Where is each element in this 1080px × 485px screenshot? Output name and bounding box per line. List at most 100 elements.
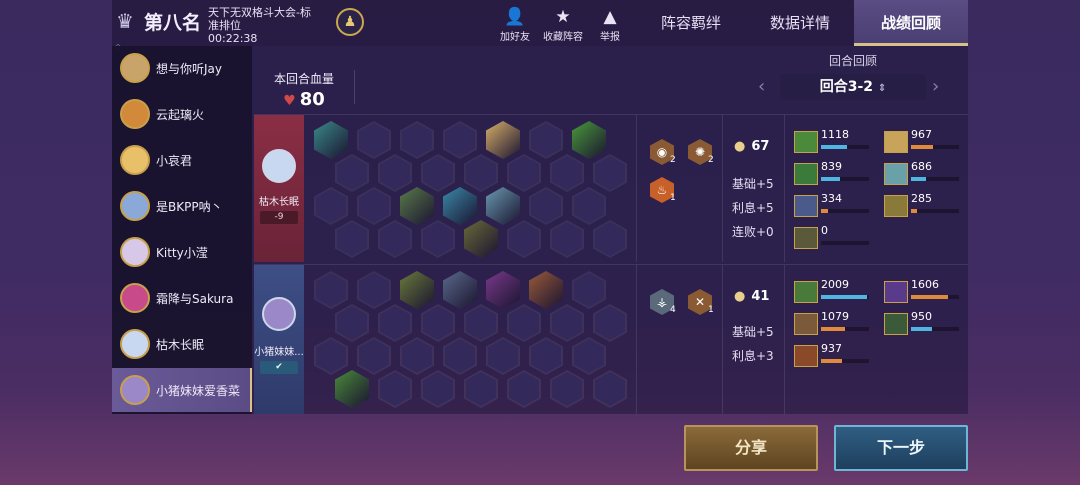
champion-unit[interactable] [486, 187, 520, 225]
avatar [120, 99, 150, 129]
champion-unit[interactable] [443, 187, 477, 225]
avatar [120, 237, 150, 267]
tab-match-review[interactable]: 战绩回顾 [854, 0, 968, 46]
mode-line-2: 准排位 [208, 19, 241, 32]
board-hex [335, 154, 369, 192]
champion-portrait [794, 131, 818, 153]
avatar [262, 149, 296, 183]
player-name: 枯木长眠 [156, 337, 205, 352]
player-name: 是BKPP呐丶 [156, 199, 223, 214]
damage-bar [821, 145, 869, 149]
save-lineup-button[interactable]: ★ 收藏阵容 [540, 6, 586, 43]
board-hex [572, 337, 606, 375]
divider [784, 265, 785, 414]
divider [354, 70, 355, 104]
round-value: 回合3-2 [819, 79, 874, 95]
trait-count: 1 [670, 193, 676, 203]
board-hex [464, 154, 498, 192]
opponent-name: 枯木长眠 [259, 197, 299, 208]
board-hex [529, 337, 563, 375]
champion-unit[interactable] [400, 271, 434, 309]
player-item[interactable]: 是BKPP呐丶 [112, 184, 252, 228]
champion-unit[interactable] [443, 271, 477, 309]
self-card[interactable]: 小猪妹妹... ✔ [254, 265, 304, 414]
champion-unit[interactable] [486, 271, 520, 309]
tab-data-details[interactable]: 数据详情 [746, 0, 854, 46]
board-hex [507, 370, 541, 408]
damage-entry: 950 [884, 310, 964, 335]
damage-value: 1118 [821, 128, 849, 141]
star-icon: ★ [555, 7, 571, 27]
champion-unit[interactable] [529, 271, 563, 309]
prev-round-arrow-icon[interactable]: ‹ [758, 76, 765, 97]
add-friend-button[interactable]: 👤 加好友 [498, 6, 532, 43]
damage-value: 334 [821, 192, 842, 205]
trait-count: 2 [708, 155, 714, 165]
board-hex [421, 370, 455, 408]
damage-bar-fill [821, 359, 843, 363]
damage-bar-fill [911, 295, 949, 299]
avatar [120, 375, 150, 405]
report-button[interactable]: ▲ 举报 [596, 6, 624, 43]
damage-bar-fill [911, 145, 933, 149]
tab-lineup[interactable]: 阵容羁绊 [636, 0, 746, 46]
coach-icon[interactable]: ♟ [336, 8, 364, 36]
damage-value: 950 [911, 310, 932, 323]
champion-portrait [794, 227, 818, 249]
player-item[interactable]: 云起璃火 [112, 92, 252, 136]
champion-portrait [794, 163, 818, 185]
damage-value: 937 [821, 342, 842, 355]
damage-bar-fill [911, 177, 927, 181]
avatar [120, 191, 150, 221]
board-hex [335, 304, 369, 342]
player-item-active[interactable]: 小猪妹妹爱香菜 [112, 368, 252, 412]
damage-bar [911, 327, 959, 331]
interest-income: 利息+3 [732, 349, 774, 363]
damage-value: 1606 [911, 278, 939, 291]
damage-bar-fill [821, 145, 848, 149]
board-hex [400, 121, 434, 159]
damage-value: 967 [911, 128, 932, 141]
opponent-card[interactable]: 枯木长眠 -9 [254, 115, 304, 262]
trait-count: 1 [708, 305, 714, 315]
round-hp: 本回合血量 ♥ 80 [254, 60, 354, 110]
player-item[interactable]: 想与你听Jay [112, 46, 252, 90]
next-step-button[interactable]: 下一步 [834, 425, 968, 471]
damage-value: 285 [911, 192, 932, 205]
round-selector[interactable]: 回合3-2 ⇕ [780, 74, 926, 100]
board-hex [486, 337, 520, 375]
champion-unit[interactable] [314, 121, 348, 159]
damage-bar [821, 209, 869, 213]
board-hex [443, 121, 477, 159]
hp-value: 80 [299, 89, 325, 110]
check-icon: ✔ [260, 361, 298, 374]
damage-entry: 285 [884, 192, 964, 217]
player-name: Kitty小滢 [156, 245, 208, 260]
champion-unit[interactable] [572, 121, 606, 159]
damage-value: 686 [911, 160, 932, 173]
share-button[interactable]: 分享 [684, 425, 818, 471]
gold-value: 67 [751, 139, 770, 154]
board-hex [314, 271, 348, 309]
player-item[interactable]: Kitty小滢 [112, 230, 252, 274]
board-hex [572, 271, 606, 309]
board-hex [378, 220, 412, 258]
damage-bar-fill [821, 327, 845, 331]
player-item[interactable]: 霜降与Sakura [112, 276, 252, 320]
hp-value-wrap: ♥ 80 [254, 89, 354, 110]
next-round-arrow-icon[interactable]: › [932, 76, 939, 97]
player-item[interactable]: 枯木长眠 [112, 322, 252, 366]
champion-unit[interactable] [464, 220, 498, 258]
champion-unit[interactable] [486, 121, 520, 159]
player-item[interactable]: 小哀君 [112, 138, 252, 182]
damage-bar [911, 209, 959, 213]
base-income: 基础+5 [732, 177, 774, 191]
champion-unit[interactable] [400, 187, 434, 225]
champion-portrait [884, 131, 908, 153]
mode-line-1: 天下无双格斗大会-标 [208, 6, 311, 19]
damage-bar-fill [821, 177, 841, 181]
damage-bar-fill [911, 209, 918, 213]
champion-unit[interactable] [335, 370, 369, 408]
damage-bar [911, 295, 959, 299]
coin-icon: ● [734, 289, 746, 304]
